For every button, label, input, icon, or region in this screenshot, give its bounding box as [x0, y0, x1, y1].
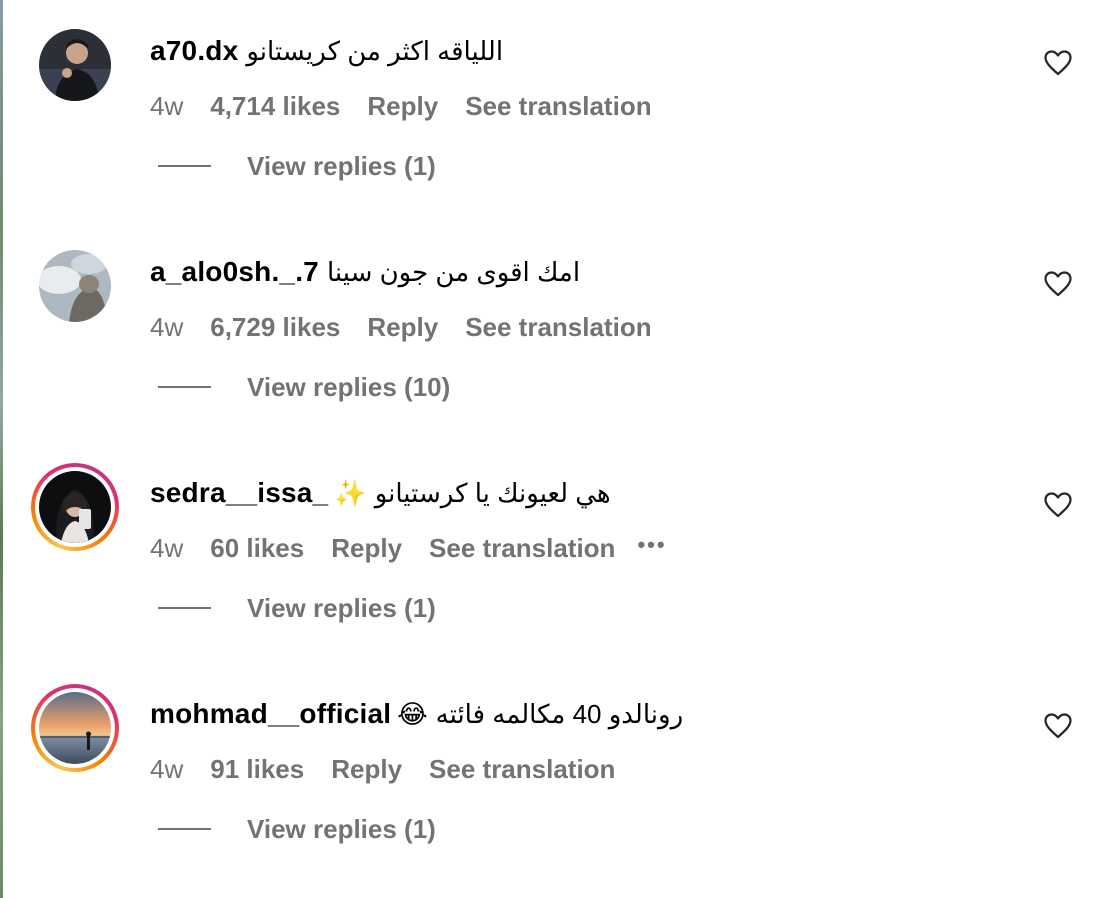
- comment-timestamp[interactable]: 4w: [150, 312, 183, 343]
- comment-body: هي لعيونك يا كرستيانو: [374, 477, 611, 508]
- view-replies-row[interactable]: View replies (1): [158, 591, 436, 625]
- view-replies-row[interactable]: View replies (10): [158, 370, 450, 404]
- see-translation-link[interactable]: See translation: [465, 91, 651, 122]
- view-replies-row[interactable]: View replies (1): [158, 149, 436, 183]
- avatar: [35, 467, 115, 547]
- comment-item: mohmad__official 😂 رونالدو 40 مكالمه فائ…: [0, 663, 1098, 884]
- avatar-image: [39, 692, 111, 764]
- view-replies-row[interactable]: View replies (1): [158, 812, 436, 846]
- comment-timestamp[interactable]: 4w: [150, 533, 183, 564]
- view-replies-button[interactable]: View replies (1): [247, 814, 436, 845]
- comment-meta: 4w 4,714 likes Reply See translation: [150, 89, 652, 123]
- avatar-story-ring[interactable]: [31, 463, 119, 551]
- reply-button[interactable]: Reply: [367, 91, 438, 122]
- reply-button[interactable]: Reply: [331, 754, 402, 785]
- replies-divider: [158, 607, 211, 609]
- username[interactable]: a70.dx: [150, 35, 238, 67]
- laughing-emoji: 😂: [397, 698, 428, 729]
- replies-divider: [158, 828, 211, 830]
- comment-body: رونالدو 40 مكالمه فائته: [435, 698, 684, 729]
- comment-meta: 4w 91 likes Reply See translation: [150, 752, 615, 786]
- comment-body: امك اقوى من جون سينا: [326, 256, 581, 287]
- avatar[interactable]: [39, 29, 111, 101]
- reply-button[interactable]: Reply: [331, 533, 402, 564]
- replies-divider: [158, 386, 211, 388]
- see-translation-link[interactable]: See translation: [429, 533, 615, 564]
- comment-body: اللياقه اكثر من كريستانو: [246, 35, 504, 66]
- likes-count[interactable]: 4,714 likes: [210, 91, 340, 122]
- replies-divider: [158, 165, 211, 167]
- comment-timestamp[interactable]: 4w: [150, 754, 183, 785]
- avatar: [35, 688, 115, 768]
- comment-item: sedra__issa_ ✨ هي لعيونك يا كرستيانو 4w …: [0, 442, 1098, 663]
- view-replies-button[interactable]: View replies (10): [247, 372, 450, 403]
- see-translation-link[interactable]: See translation: [429, 754, 615, 785]
- heart-outline-icon[interactable]: [1044, 271, 1072, 297]
- heart-outline-icon[interactable]: [1044, 713, 1072, 739]
- comment-item: a70.dx اللياقه اكثر من كريستانو 4w 4,714…: [0, 0, 1098, 221]
- avatar-image: [39, 471, 111, 543]
- see-translation-link[interactable]: See translation: [465, 312, 651, 343]
- comment-timestamp[interactable]: 4w: [150, 91, 183, 122]
- avatar-image: [39, 29, 111, 101]
- username[interactable]: mohmad__official: [150, 698, 391, 730]
- reply-button[interactable]: Reply: [367, 312, 438, 343]
- more-options-icon[interactable]: •••: [637, 532, 666, 558]
- view-replies-button[interactable]: View replies (1): [247, 151, 436, 182]
- view-replies-button[interactable]: View replies (1): [247, 593, 436, 624]
- comment-text-line: a_alo0sh._.7 امك اقوى من جون سينا: [150, 255, 580, 289]
- username[interactable]: a_alo0sh._.7: [150, 256, 319, 288]
- likes-count[interactable]: 6,729 likes: [210, 312, 340, 343]
- comment-text-line: mohmad__official 😂 رونالدو 40 مكالمه فائ…: [150, 697, 683, 731]
- comment-item: a_alo0sh._.7 امك اقوى من جون سينا 4w 6,7…: [0, 221, 1098, 442]
- heart-outline-icon[interactable]: [1044, 50, 1072, 76]
- sparkles-emoji: ✨: [334, 477, 367, 508]
- comment-meta: 4w 60 likes Reply See translation •••: [150, 531, 667, 565]
- likes-count[interactable]: 91 likes: [210, 754, 304, 785]
- avatar-image: [39, 250, 111, 322]
- heart-outline-icon[interactable]: [1044, 492, 1072, 518]
- likes-count[interactable]: 60 likes: [210, 533, 304, 564]
- comment-meta: 4w 6,729 likes Reply See translation: [150, 310, 652, 344]
- comment-text-line: sedra__issa_ ✨ هي لعيونك يا كرستيانو: [150, 476, 611, 510]
- avatar[interactable]: [39, 250, 111, 322]
- avatar-story-ring[interactable]: [31, 684, 119, 772]
- username[interactable]: sedra__issa_: [150, 477, 328, 509]
- comment-text-line: a70.dx اللياقه اكثر من كريستانو: [150, 34, 503, 68]
